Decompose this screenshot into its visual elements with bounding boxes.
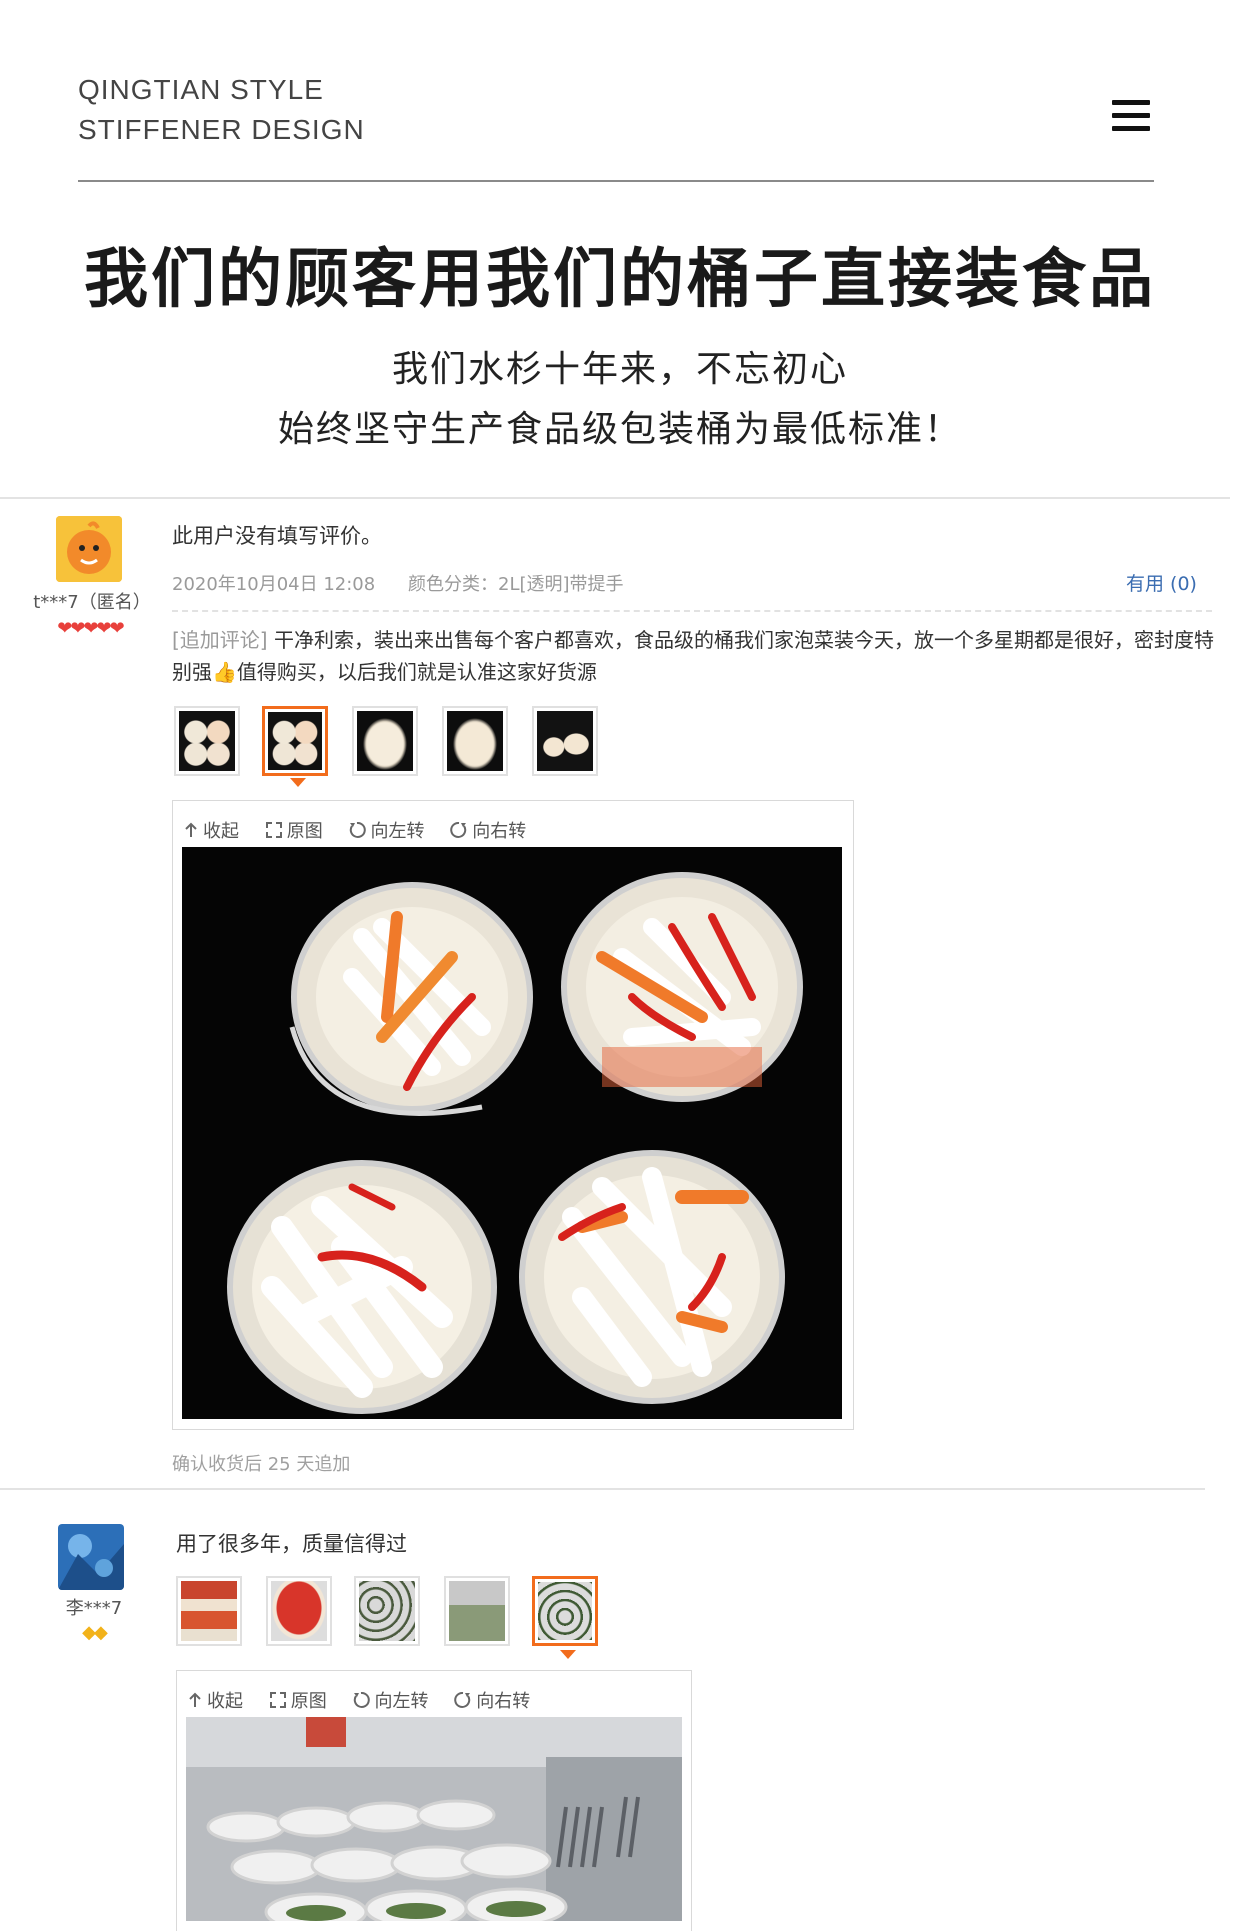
review-thumbnail[interactable]: [352, 706, 418, 776]
viewer-toolbar: 收起 原图 向左转 向右转: [183, 817, 546, 844]
original-label: 原图: [290, 1691, 327, 1712]
avatar: [56, 516, 122, 582]
rotate-left-button[interactable]: 向左转: [348, 817, 424, 843]
collapse-label: 收起: [203, 821, 239, 842]
banner-subline-1: 我们水杉十年来，不忘初心: [391, 349, 848, 390]
banner-subline-2: 始终坚守生产食品级包装桶为最低标准！: [277, 409, 962, 450]
dotted-divider: [172, 610, 1212, 612]
review-variant: 颜色分类：2L[透明]带提手: [408, 574, 624, 595]
review-thumbnail[interactable]: [444, 1576, 510, 1646]
avatar: [58, 1524, 124, 1590]
rotate-left-label: 向左转: [370, 821, 425, 842]
rotate-right-icon: [454, 1691, 471, 1708]
review-thumbnail-selected[interactable]: [532, 1576, 598, 1646]
review-divider: [0, 1488, 1205, 1490]
original-image-button[interactable]: 原图: [269, 1687, 327, 1713]
page-headline: 我们的顾客用我们的桶子直接装食品: [84, 243, 1156, 317]
reviewer-name: 李***7: [65, 1598, 123, 1619]
collapse-button[interactable]: 收起: [183, 817, 239, 843]
image-viewer: 收起 原图 向左转 向右转: [176, 1670, 692, 1931]
original-image-button[interactable]: 原图: [265, 817, 323, 843]
section-divider: [0, 497, 1230, 499]
append-comment-tag: [追加评论]: [172, 628, 268, 652]
append-comment-text: 干净利索，装出来出售每个客户都喜欢，食品级的桶我们家泡菜装今天，放一个多星期都是…: [172, 628, 1214, 684]
collapse-button[interactable]: 收起: [187, 1687, 243, 1713]
rotate-left-icon: [350, 821, 367, 838]
image-viewer: 收起 原图 向左转 向右转: [172, 800, 854, 1430]
rotate-right-label: 向右转: [472, 821, 527, 842]
collapse-icon: [189, 1692, 201, 1707]
collapse-label: 收起: [207, 1691, 243, 1712]
rotate-right-label: 向右转: [476, 1691, 531, 1712]
append-comment: [追加评论] 干净利索，装出来出售每个客户都喜欢，食品级的桶我们家泡菜装今天，放…: [172, 624, 1222, 688]
review-photo-buckets-row[interactable]: [186, 1717, 682, 1931]
viewer-toolbar: 收起 原图 向左转 向右转: [187, 1687, 550, 1714]
rotate-left-icon: [354, 1691, 371, 1708]
rotate-right-icon: [450, 821, 467, 838]
rotate-left-button[interactable]: 向左转: [352, 1687, 428, 1713]
header-divider: [78, 180, 1154, 182]
reviewer-level-badges: ◆◆: [82, 1622, 108, 1643]
brand-line-2: STIFFENER DESIGN: [78, 114, 365, 145]
selected-thumbnail-caret: [560, 1650, 576, 1659]
useful-button[interactable]: 有用 (0): [1126, 569, 1197, 596]
review-text: 用了很多年，质量信得过: [176, 1532, 407, 1556]
menu-icon[interactable]: [1112, 100, 1150, 132]
reviewer-name: t***7（匿名）: [33, 592, 151, 613]
review-photo-pickled-vegetables[interactable]: [182, 847, 842, 1419]
collapse-icon: [185, 822, 197, 837]
review-thumbnail[interactable]: [176, 1576, 242, 1646]
expand-icon: [269, 1692, 286, 1708]
review-thumbnail[interactable]: [354, 1576, 420, 1646]
rotate-right-button[interactable]: 向右转: [450, 817, 526, 843]
reviewer-level-badges: ❤❤❤❤❤: [57, 618, 124, 639]
review-date: 2020年10月04日 12:08: [172, 574, 376, 595]
rotate-right-button[interactable]: 向右转: [454, 1687, 530, 1713]
append-time-note: 确认收货后 25 天追加: [172, 1454, 351, 1475]
expand-icon: [265, 822, 282, 838]
review-thumbnail[interactable]: [442, 706, 508, 776]
brand-logo-text: QINGTIAN STYLE STIFFENER DESIGN: [78, 70, 365, 150]
original-label: 原图: [286, 821, 323, 842]
review-text: 此用户没有填写评价。: [172, 524, 382, 548]
selected-thumbnail-caret: [290, 778, 306, 787]
review-thumbnail[interactable]: [532, 706, 598, 776]
rotate-left-label: 向左转: [374, 1691, 429, 1712]
review-thumbnail-selected[interactable]: [262, 706, 328, 776]
brand-line-1: QINGTIAN STYLE: [78, 74, 324, 105]
review-thumbnail[interactable]: [174, 706, 240, 776]
review-thumbnail[interactable]: [266, 1576, 332, 1646]
